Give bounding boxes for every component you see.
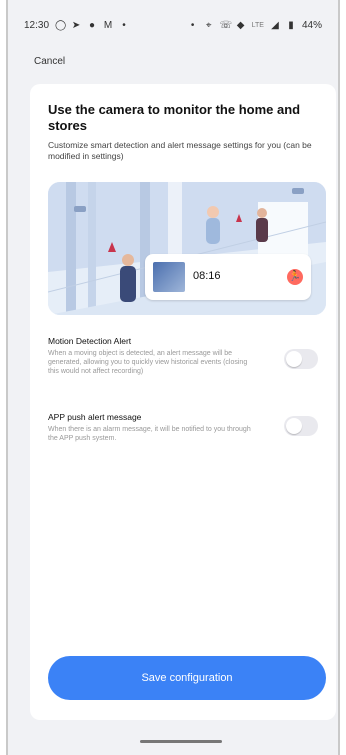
push-alert-desc: When there is an alarm message, it will … [48, 426, 251, 442]
push-alert-toggle[interactable] [284, 416, 318, 436]
save-configuration-button[interactable]: Save configuration [48, 656, 326, 700]
battery-icon: ▮ [288, 19, 294, 31]
location-icon: ⌖ [205, 19, 212, 31]
push-alert-title: APP push alert message [48, 412, 142, 422]
dot-icon: • [122, 19, 126, 31]
wifi-call-icon: ☏ [219, 19, 233, 31]
m-app-icon: M [103, 19, 113, 31]
event-time-card: 08:16 🏃 [145, 254, 311, 300]
telegram-icon: ➤ [71, 19, 81, 31]
page-subtitle: Customize smart detection and alert mess… [48, 140, 312, 161]
cancel-button[interactable]: Cancel [34, 56, 65, 67]
battery-percent: 44% [301, 20, 322, 31]
gesture-home-bar[interactable] [140, 740, 222, 743]
setup-sheet: Use the camera to monitor the home and s… [30, 84, 336, 720]
signal-icon: ◢ [271, 19, 279, 31]
dot-icon: • [190, 19, 195, 31]
event-time: 08:16 [193, 270, 221, 282]
event-thumbnail [153, 262, 185, 292]
status-bar: 12:30 ◯ ➤ ● M • • ⌖ ☏ ◆ LTE ◢ ▮ 44% [24, 20, 322, 36]
device-frame: 12:30 ◯ ➤ ● M • • ⌖ ☏ ◆ LTE ◢ ▮ 44% Canc… [6, 0, 340, 755]
motion-alert-toggle[interactable] [284, 349, 318, 369]
motion-alert-desc: When a moving object is detected, an ale… [48, 350, 248, 375]
monitoring-illustration: 08:16 🏃 [48, 182, 326, 315]
status-right: • ⌖ ☏ ◆ LTE ◢ ▮ 44% [188, 20, 322, 31]
chat-bubble-icon: ● [89, 19, 96, 31]
running-person-icon: 🏃 [287, 269, 303, 285]
toggle-knob [286, 351, 302, 367]
wifi-icon: ◆ [236, 19, 245, 31]
status-left: 12:30 ◯ ➤ ● M • [24, 20, 129, 31]
toggle-knob [286, 418, 302, 434]
motion-alert-title: Motion Detection Alert [48, 336, 132, 346]
status-time: 12:30 [24, 20, 50, 31]
page-title: Use the camera to monitor the home and s… [48, 102, 301, 133]
lte-label: LTE [251, 22, 264, 29]
whatsapp-icon: ◯ [55, 19, 67, 31]
